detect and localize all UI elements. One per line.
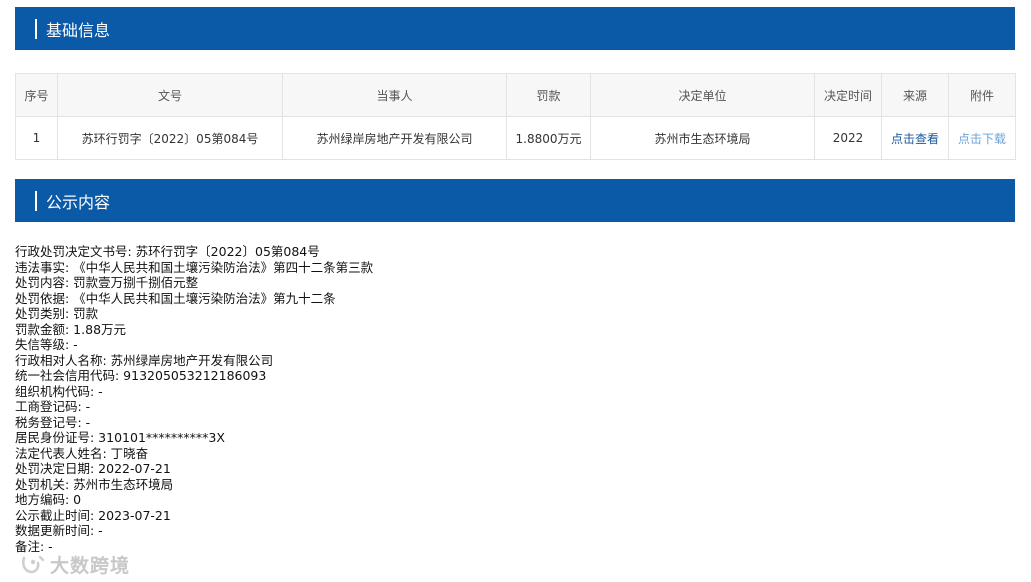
content-line-publish-deadline: 公示截止时间: 2023-07-21 — [15, 507, 171, 523]
content-line-authority: 处罚机关: 苏州市生态环境局 — [15, 476, 174, 492]
col-header-party: 当事人 — [282, 73, 507, 117]
col-header-index: 序号 — [15, 73, 58, 117]
content-line-doc-no: 行政处罚决定文书号: 苏环行罚字〔2022〕05第084号 — [15, 244, 320, 259]
cell-fine: 1.8800万元 — [506, 116, 591, 160]
download-attachment-link[interactable]: 点击下载 — [958, 132, 1006, 146]
watermark: 大数跨境 — [20, 551, 130, 578]
content-line-violation: 违法事实: 《中华人民共和国土壤污染防治法》第四十二条第三款 — [15, 259, 374, 275]
public-content-list: 行政处罚决定文书号: 苏环行罚字〔2022〕05第084号 违法事实: 《中华人… — [15, 244, 373, 554]
section-title: 公示内容 — [46, 192, 111, 212]
col-header-source: 来源 — [881, 73, 949, 117]
content-line-penalty-type: 处罚类别: 罚款 — [15, 306, 99, 321]
table-row: 1 苏环行罚字〔2022〕05第084号 苏州绿岸房地产开发有限公司 1.880… — [15, 116, 1016, 160]
content-line-decision-date: 处罚决定日期: 2022-07-21 — [15, 461, 171, 476]
content-line-credit-level: 失信等级: - — [15, 337, 78, 352]
content-line-region-code: 地方编码: 0 — [15, 492, 82, 507]
header-accent-bar — [35, 190, 37, 211]
content-line-penalty-basis: 处罚依据: 《中华人民共和国土壤污染防治法》第九十二条 — [15, 290, 336, 306]
cell-party: 苏州绿岸房地产开发有限公司 — [282, 116, 507, 160]
content-line-fine-amount: 罚款金额: 1.88万元 — [15, 321, 127, 337]
content-line-id-no: 居民身份证号: 310101**********3X — [15, 430, 225, 445]
section-header-basic-info: 基础信息 — [15, 7, 1015, 50]
col-header-doc-no: 文号 — [57, 73, 283, 117]
cell-authority: 苏州市生态环境局 — [590, 116, 815, 160]
cell-attachment: 点击下载 — [948, 116, 1016, 160]
content-line-org-code: 组织机构代码: - — [15, 383, 103, 399]
cell-index: 1 — [15, 116, 58, 160]
content-line-penalty-content: 处罚内容: 罚款壹万捌千捌佰元整 — [15, 275, 199, 290]
content-line-business-reg: 工商登记码: - — [15, 399, 91, 414]
content-line-tax-reg: 税务登记号: - — [15, 414, 91, 430]
content-line-credit-code: 统一社会信用代码: 913205053212186093 — [15, 368, 267, 383]
col-header-fine: 罚款 — [506, 73, 591, 117]
header-accent-bar — [35, 18, 37, 39]
page: 基础信息 序号 文号 当事人 罚款 决定单位 决定时间 来源 附件 1 苏环行罚… — [0, 0, 1031, 582]
content-line-legal-rep: 法定代表人姓名: 丁晓奋 — [15, 445, 149, 461]
cell-source: 点击查看 — [881, 116, 949, 160]
content-line-update-time: 数据更新时间: - — [15, 523, 103, 538]
cell-doc-no: 苏环行罚字〔2022〕05第084号 — [57, 116, 283, 160]
cell-date: 2022 — [814, 116, 882, 160]
col-header-attachment: 附件 — [948, 73, 1016, 117]
watermark-text: 大数跨境 — [50, 555, 131, 577]
col-header-authority: 决定单位 — [590, 73, 815, 117]
view-source-link[interactable]: 点击查看 — [891, 132, 939, 146]
table-header-row: 序号 文号 当事人 罚款 决定单位 决定时间 来源 附件 — [15, 73, 1016, 117]
brand-logo-icon — [21, 555, 45, 573]
section-header-public-content: 公示内容 — [15, 179, 1015, 222]
penalty-table: 序号 文号 当事人 罚款 决定单位 决定时间 来源 附件 1 苏环行罚字〔202… — [15, 73, 1016, 160]
col-header-date: 决定时间 — [814, 73, 882, 117]
content-line-party-name: 行政相对人名称: 苏州绿岸房地产开发有限公司 — [15, 352, 274, 368]
section-title: 基础信息 — [46, 20, 111, 40]
